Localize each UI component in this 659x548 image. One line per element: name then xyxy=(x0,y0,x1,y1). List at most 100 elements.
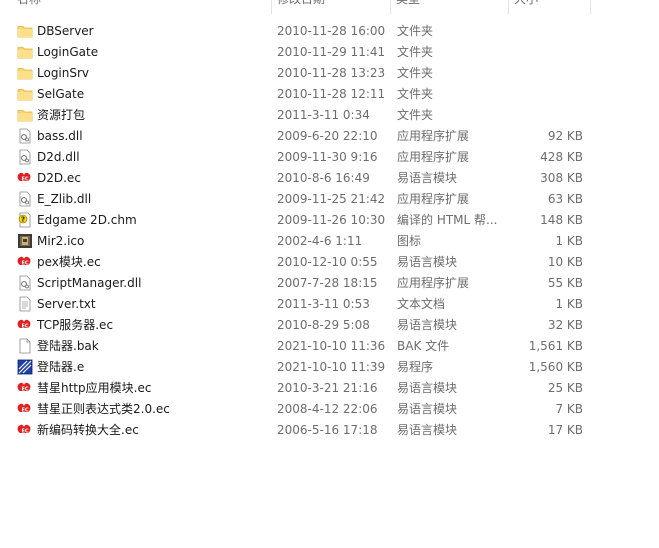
file-row[interactable]: 登陆器.bak 2021-10-10 11:36 BAK 文件 1,561 KB xyxy=(0,336,659,357)
file-name: 彗星http应用模块.ec xyxy=(37,381,152,395)
folder-icon xyxy=(17,65,33,81)
file-type: 图标 xyxy=(397,234,422,248)
file-name: LoginGate xyxy=(37,45,99,59)
file-size: 148 KB xyxy=(540,213,583,227)
folder-icon xyxy=(17,107,33,123)
ec-module-icon: EC xyxy=(17,170,33,186)
file-date: 2010-11-28 16:00 xyxy=(277,24,386,38)
file-name: D2D.ec xyxy=(37,171,81,185)
file-date: 2011-3-11 0:34 xyxy=(277,108,370,122)
file-row[interactable]: bass.dll 2009-6-20 22:10 应用程序扩展 92 KB xyxy=(0,126,659,147)
file-row[interactable]: DBServer 2010-11-28 16:00 文件夹 xyxy=(0,21,659,42)
column-name-header[interactable]: 名称 xyxy=(12,0,272,14)
file-type: 编译的 HTML 帮... xyxy=(397,213,498,227)
ec-module-icon: EC xyxy=(17,422,33,438)
file-explorer-list: 名称 修改日期 类型 大小 DBServer 2010-11-28 16:00 文件… xyxy=(0,0,659,548)
column-date-header[interactable]: 修改日期 xyxy=(272,0,391,14)
file-name: bass.dll xyxy=(37,129,83,143)
file-type: 文件夹 xyxy=(397,108,434,122)
file-name: 新编码转换大全.ec xyxy=(37,423,139,437)
column-type-header[interactable]: 类型 xyxy=(391,0,509,14)
file-row[interactable]: EC 彗星正则表达式类2.0.ec 2008-4-12 22:06 易语言模块 7 KB xyxy=(0,399,659,420)
file-date: 2010-11-29 11:41 xyxy=(277,45,386,59)
file-date: 2009-11-25 21:42 xyxy=(277,192,386,206)
file-name: ScriptManager.dll xyxy=(37,276,142,290)
ec-module-icon: EC xyxy=(17,317,33,333)
file-row[interactable]: LoginGate 2010-11-29 11:41 文件夹 xyxy=(0,42,659,63)
file-date: 2007-7-28 18:15 xyxy=(277,276,378,290)
file-name: Edgame 2D.chm xyxy=(37,213,137,227)
file-row[interactable]: ScriptManager.dll 2007-7-28 18:15 应用程序扩展 55… xyxy=(0,273,659,294)
file-size xyxy=(505,63,583,84)
blank-file-icon xyxy=(17,338,33,354)
file-row[interactable]: SelGate 2010-11-28 12:11 文件夹 xyxy=(0,84,659,105)
file-row[interactable]: EC 彗星http应用模块.ec 2010-3-21 21:16 易语言模块 25 KB xyxy=(0,378,659,399)
file-row[interactable]: 资源打包 2011-3-11 0:34 文件夹 xyxy=(0,105,659,126)
file-date: 2010-12-10 0:55 xyxy=(277,255,378,269)
file-date: 2002-4-6 1:11 xyxy=(277,234,363,248)
svg-text:EC: EC xyxy=(21,429,28,435)
ec-module-icon: EC xyxy=(17,380,33,396)
svg-text:EC: EC xyxy=(21,261,28,267)
file-name: 彗星正则表达式类2.0.ec xyxy=(37,402,170,416)
file-type: 文件夹 xyxy=(397,87,434,101)
file-row[interactable]: D2d.dll 2009-11-30 9:16 应用程序扩展 428 KB xyxy=(0,147,659,168)
file-name: Server.txt xyxy=(37,297,96,311)
file-size: 17 KB xyxy=(547,423,583,437)
file-size xyxy=(505,42,583,63)
file-row[interactable]: Mir2.ico 2002-4-6 1:11 图标 1 KB xyxy=(0,231,659,252)
file-size: 25 KB xyxy=(547,381,583,395)
file-row[interactable]: LoginSrv 2010-11-28 13:23 文件夹 xyxy=(0,63,659,84)
column-type-label: 类型 xyxy=(396,0,420,8)
folder-icon xyxy=(17,23,33,39)
file-type: 易语言模块 xyxy=(397,255,458,269)
file-name: DBServer xyxy=(37,24,94,38)
file-row[interactable]: Server.txt 2011-3-11 0:53 文本文档 1 KB xyxy=(0,294,659,315)
file-row[interactable]: ? Edgame 2D.chm 2009-11-26 10:30 编译的 HTML 帮… xyxy=(0,210,659,231)
file-row[interactable]: EC D2D.ec 2010-8-6 16:49 易语言模块 308 KB xyxy=(0,168,659,189)
file-date: 2021-10-10 11:36 xyxy=(277,339,386,353)
file-size: 1,560 KB xyxy=(528,360,583,374)
svg-text:?: ? xyxy=(21,216,25,224)
column-date-label: 修改日期 xyxy=(277,0,325,8)
file-row[interactable]: EC 新编码转换大全.ec 2006-5-16 17:18 易语言模块 17 KB xyxy=(0,420,659,441)
column-header: 名称 修改日期 类型 大小 xyxy=(0,0,659,14)
file-date: 2009-11-30 9:16 xyxy=(277,150,378,164)
file-type: BAK 文件 xyxy=(397,339,450,353)
file-row[interactable]: 登陆器.e 2021-10-10 11:39 易程序 1,560 KB xyxy=(0,357,659,378)
file-size: 7 KB xyxy=(555,402,583,416)
file-name: pex模块.ec xyxy=(37,255,101,269)
column-size-label: 大小 xyxy=(514,0,538,8)
file-size xyxy=(505,84,583,105)
chm-help-icon: ? xyxy=(17,212,33,228)
column-size-header[interactable]: 大小 xyxy=(509,0,591,14)
file-type: 应用程序扩展 xyxy=(397,150,470,164)
file-row[interactable]: E_Zlib.dll 2009-11-25 21:42 应用程序扩展 63 KB xyxy=(0,189,659,210)
file-type: 易程序 xyxy=(397,360,434,374)
file-size: 1 KB xyxy=(555,234,583,248)
file-type: 易语言模块 xyxy=(397,171,458,185)
file-size xyxy=(505,105,583,126)
file-size: 92 KB xyxy=(547,129,583,143)
svg-text:EC: EC xyxy=(21,177,28,183)
column-name-label: 名称 xyxy=(17,0,41,8)
svg-text:EC: EC xyxy=(21,408,28,414)
file-type: 文件夹 xyxy=(397,66,434,80)
file-date: 2011-3-11 0:53 xyxy=(277,297,370,311)
file-date: 2010-11-28 12:11 xyxy=(277,87,386,101)
file-type: 易语言模块 xyxy=(397,381,458,395)
svg-text:EC: EC xyxy=(21,324,28,330)
file-row[interactable]: EC TCP服务器.ec 2010-8-29 5:08 易语言模块 32 KB xyxy=(0,315,659,336)
file-type: 文件夹 xyxy=(397,24,434,38)
file-type: 应用程序扩展 xyxy=(397,192,470,206)
file-type: 应用程序扩展 xyxy=(397,276,470,290)
file-date: 2010-8-29 5:08 xyxy=(277,318,370,332)
file-name: LoginSrv xyxy=(37,66,90,80)
dll-icon xyxy=(17,128,33,144)
file-name: TCP服务器.ec xyxy=(37,318,114,332)
e-program-icon xyxy=(17,359,33,375)
ico-image-icon xyxy=(17,233,33,249)
dll-icon xyxy=(17,191,33,207)
file-row[interactable]: EC pex模块.ec 2010-12-10 0:55 易语言模块 10 KB xyxy=(0,252,659,273)
file-name: Mir2.ico xyxy=(37,234,85,248)
